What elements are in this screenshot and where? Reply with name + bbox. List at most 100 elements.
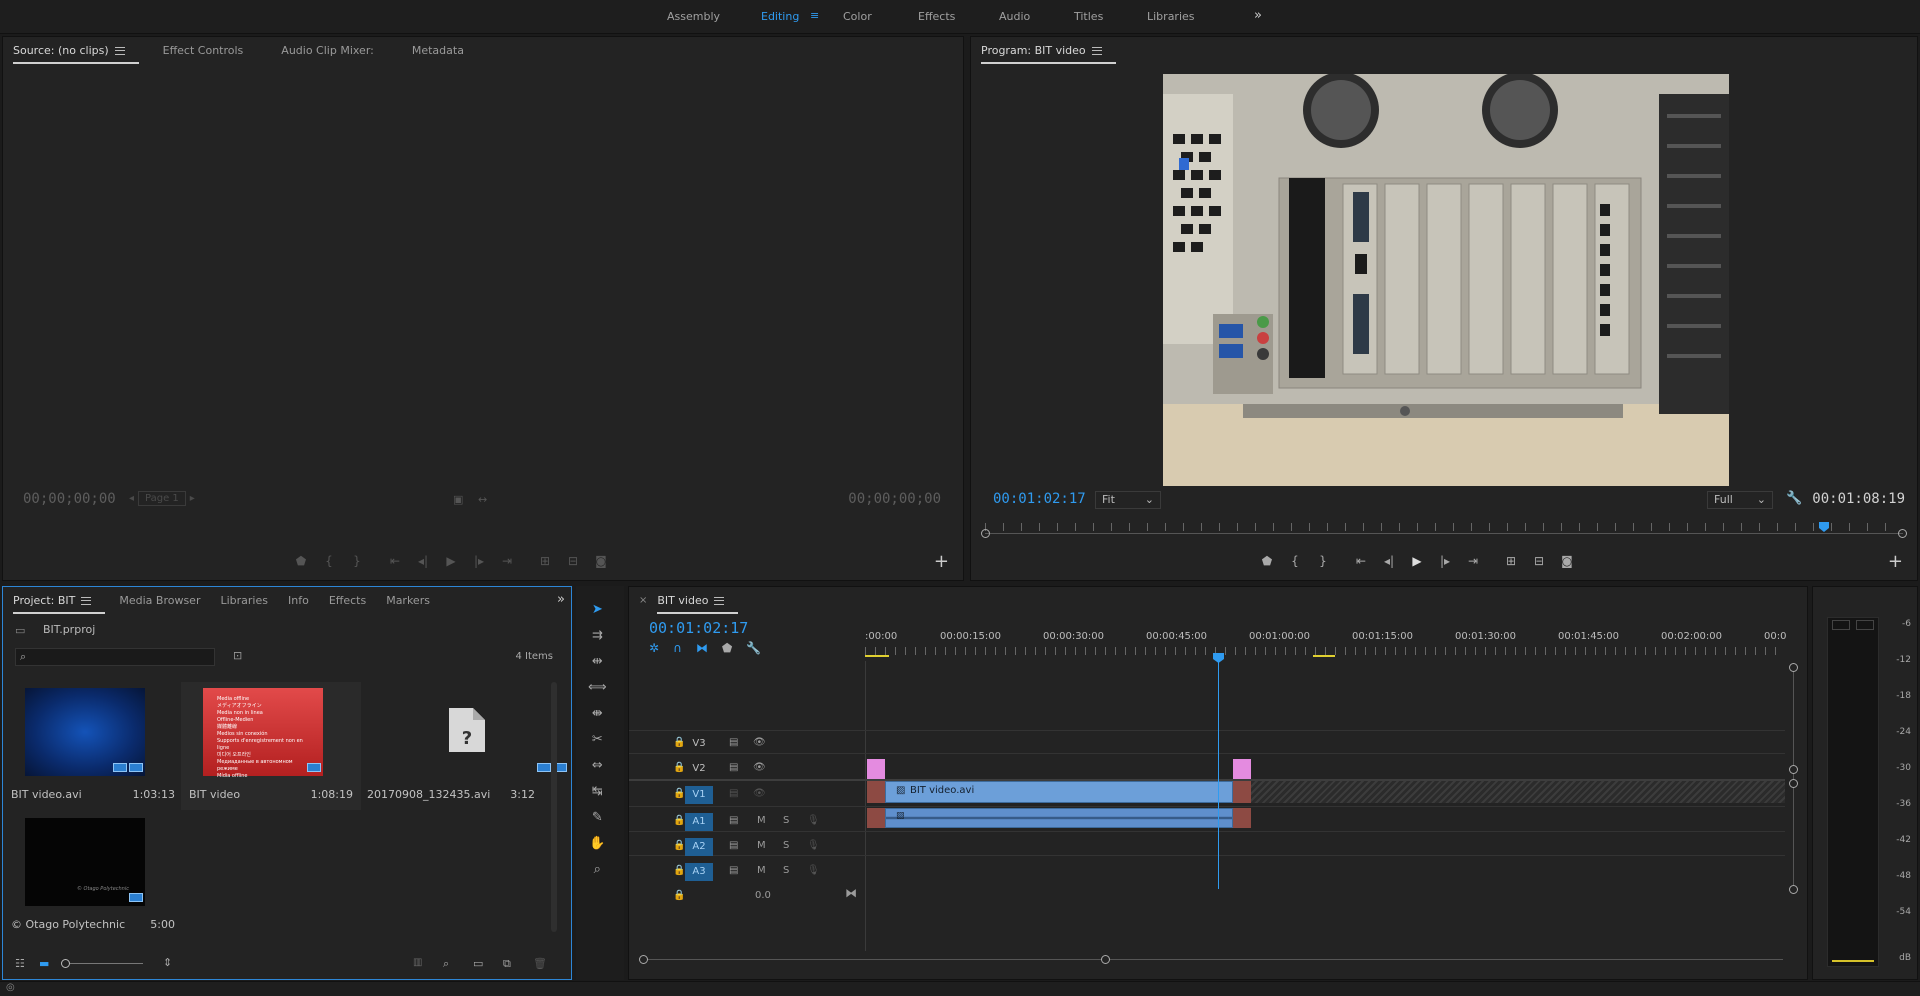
sync-lock-icon[interactable]: ▤ [729,815,738,826]
microphone-icon[interactable]: 🎙 [807,840,820,851]
lock-icon[interactable]: 🔒 [673,890,685,901]
go-to-out-icon[interactable]: ⇥ [1459,551,1487,571]
workspace-tab-libraries[interactable]: Libraries [1147,10,1195,23]
track-label[interactable]: V3 [685,735,713,753]
go-to-in-icon[interactable]: ⇤ [381,551,409,571]
lift-icon[interactable]: ⊞ [1497,551,1525,571]
lock-icon[interactable]: 🔒 [673,737,685,748]
transition-in[interactable] [867,759,885,779]
solo-button[interactable]: S [783,865,789,876]
export-frame-icon[interactable]: ◙ [1553,551,1581,571]
panel-menu-icon[interactable] [114,46,125,55]
program-timecode-current[interactable]: 00:01:02:17 [993,491,1086,507]
master-level[interactable]: 0.0 [755,890,771,901]
lock-icon[interactable]: 🔒 [673,788,685,799]
clip-indicator-left[interactable] [1832,620,1850,630]
solo-button[interactable]: S [783,840,789,851]
export-frame-icon[interactable]: ◙ [587,551,615,571]
zoom-slider-handle[interactable] [61,959,70,968]
eye-icon[interactable]: 👁 [753,737,766,748]
zoom-select[interactable]: Fit ⌄ [1095,491,1161,509]
track-label[interactable]: A1 [685,813,713,831]
add-marker-icon[interactable]: ⬟ [1253,551,1281,571]
automate-icon[interactable]: ▥ [413,957,422,968]
zoom-slider[interactable] [61,959,143,968]
find-icon[interactable]: ⌕ [443,957,449,971]
project-scrollbar[interactable] [551,682,557,932]
scroll-handle[interactable] [1789,765,1798,774]
sync-lock-icon[interactable]: ▤ [729,762,738,773]
eye-icon[interactable]: 👁 [753,788,766,799]
go-to-in-icon[interactable]: ⇤ [1347,551,1375,571]
clip-indicator-right[interactable] [1856,620,1874,630]
track-label[interactable]: V2 [685,760,713,778]
add-marker-icon[interactable]: ⬟ [287,551,315,571]
step-forward-icon[interactable]: |▸ [1431,551,1459,571]
new-bin-icon[interactable]: ▭ [473,957,483,970]
new-item-icon[interactable]: ⧉ [503,957,511,971]
render-status-icon[interactable]: ◎ [6,982,15,993]
timeline-timecode[interactable]: 00:01:02:17 [649,619,748,637]
source-add-button-icon[interactable]: + [934,551,949,572]
mute-button[interactable]: M [757,865,766,876]
selection-tool-icon[interactable]: ➤ [588,600,607,618]
workspace-tab-audio[interactable]: Audio [999,10,1030,23]
panel-menu-icon[interactable] [714,596,725,605]
tab-program[interactable]: Program: BIT video [981,40,1116,64]
workspace-tab-effects[interactable]: Effects [918,10,955,23]
close-icon[interactable]: × [639,595,647,606]
mark-out-icon[interactable]: } [343,551,371,571]
tab-sequence[interactable]: BIT video [657,590,739,614]
transition-out[interactable] [1233,759,1251,779]
nest-icon[interactable]: ✲ [649,641,659,655]
sync-lock-icon[interactable]: ▤ [729,840,738,851]
video-clip[interactable]: ▨ BIT video.avi [885,781,1233,803]
play-icon[interactable]: ▶ [1403,551,1431,571]
clip-edge-audio[interactable] [1233,808,1251,828]
project-item[interactable]: BIT video.avi 1:03:13 [3,682,183,810]
razor-tool-icon[interactable]: ✂ [588,730,607,748]
tab-markers[interactable]: Markers [386,590,444,611]
play-icon[interactable]: ▶ [437,551,465,571]
step-back-icon[interactable]: ◂| [409,551,437,571]
project-search-input[interactable]: ⌕ [15,648,215,666]
tab-libraries[interactable]: Libraries [220,590,282,611]
project-item[interactable]: Media offline メディアオフライン Media non in lin… [181,682,361,810]
overwrite-icon[interactable]: ⊟ [559,551,587,571]
mark-in-icon[interactable]: { [1281,551,1309,571]
audio-clip[interactable]: ▨ [885,808,1233,828]
program-video-frame[interactable] [1163,74,1729,486]
scroll-handle[interactable] [1101,955,1110,964]
scrub-end-handle[interactable] [1898,529,1907,538]
slide-tool-icon[interactable]: ↹ [588,782,607,800]
tab-audio-clip-mixer[interactable]: Audio Clip Mixer: [281,40,388,61]
rolling-edit-tool-icon[interactable]: ⟺ [588,678,607,696]
resolution-select[interactable]: Full ⌄ [1707,491,1773,509]
sync-lock-icon[interactable]: ▤ [729,865,738,876]
page-next-icon[interactable]: ▸ [190,493,195,504]
insert-icon[interactable]: ⊞ [531,551,559,571]
step-forward-icon[interactable]: |▸ [465,551,493,571]
time-ruler[interactable] [865,627,1785,661]
workspace-tab-color[interactable]: Color [843,10,872,23]
mark-in-icon[interactable]: { [315,551,343,571]
mute-button[interactable]: M [757,815,766,826]
panel-menu-icon[interactable] [81,596,92,605]
eye-icon[interactable]: 👁 [753,762,766,773]
solo-button[interactable]: S [783,815,789,826]
playhead-line[interactable] [1218,661,1219,889]
clip-edge-video[interactable] [1233,781,1251,803]
clip-edge-video[interactable] [867,781,885,803]
ripple-edit-tool-icon[interactable]: ⇹ [588,652,607,670]
lock-icon[interactable]: 🔒 [673,815,685,826]
find-icon[interactable]: ⊡ [233,649,242,662]
rate-stretch-tool-icon[interactable]: ⇼ [588,704,607,722]
sync-lock-icon[interactable]: ▤ [729,788,738,799]
tab-source[interactable]: Source: (no clips) [13,40,139,64]
step-back-icon[interactable]: ◂| [1375,551,1403,571]
horizontal-scrollbar[interactable] [639,955,1783,964]
lock-icon[interactable]: 🔒 [673,840,685,851]
wrench-icon[interactable]: 🔧 [1786,491,1802,506]
panel-menu-icon[interactable] [1091,46,1102,55]
track-select-tool-icon[interactable]: ⇉ [588,626,607,644]
